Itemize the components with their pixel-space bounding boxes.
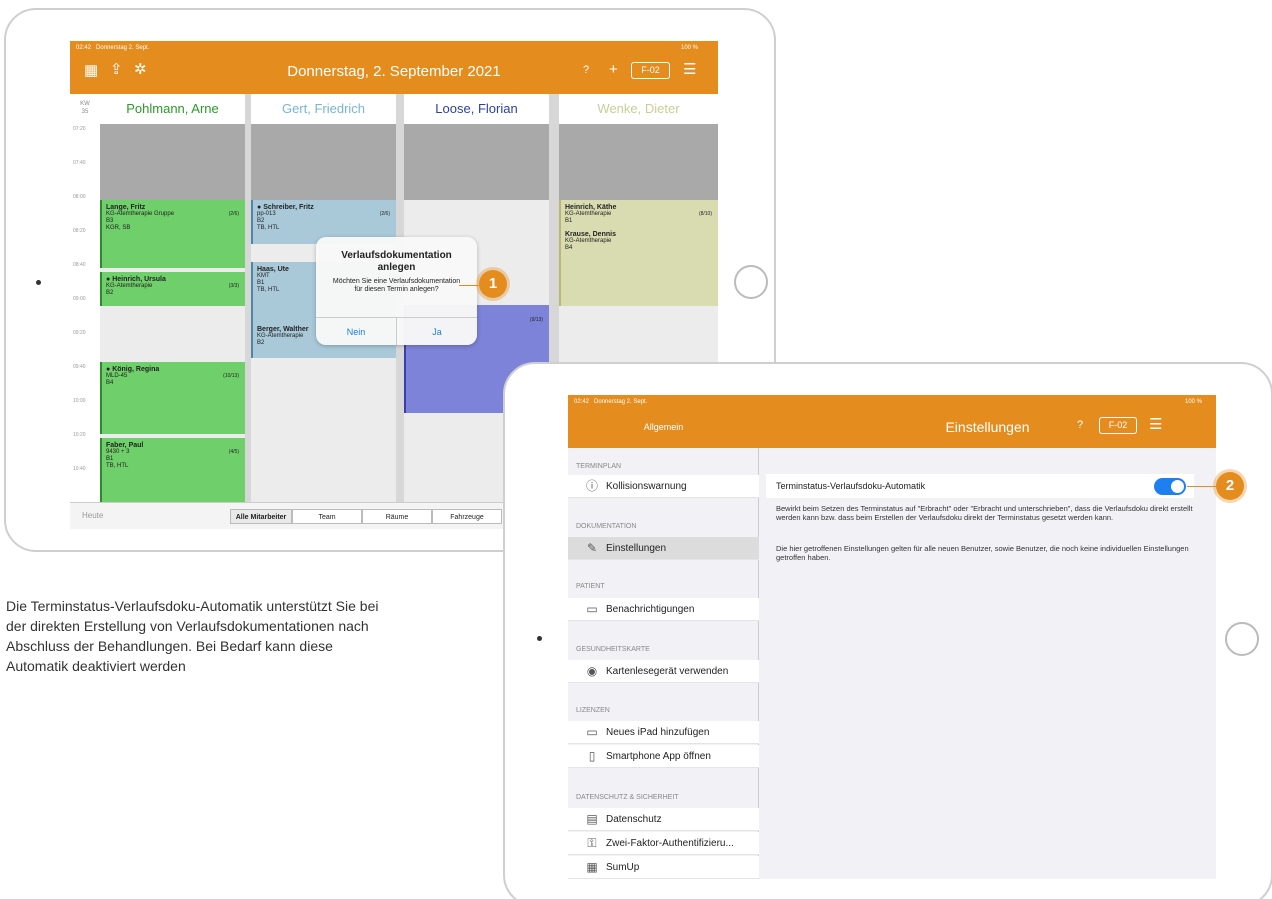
setting-note: Die hier getroffenen Einstellungen gelte…: [776, 544, 1189, 562]
section-gesundheitskarte: GESUNDHEITSKARTE: [576, 646, 650, 653]
setting-label: Terminstatus-Verlaufsdoku-Automatik: [776, 481, 926, 491]
no-button[interactable]: Nein: [316, 318, 396, 345]
camera-dot: [537, 636, 542, 641]
column-header-gert[interactable]: Gert, Friedrich: [251, 94, 396, 124]
column-pohlmann: Lange, Fritz KG-Atemtherapie Gruppe B3 KGR,…: [100, 124, 245, 502]
caption-text: Die Terminstatus-Verlaufsdoku-Automatik …: [6, 598, 379, 674]
sidebar-item-benachrichtigungen[interactable]: ▭ Benachrichtigungen: [568, 598, 759, 621]
ipad-settings-frame: 02:42 Donnerstag 2. Sept. Allgemein 100 …: [503, 362, 1272, 899]
callout-line-2: [1187, 486, 1217, 487]
segment-rooms[interactable]: Räume: [362, 509, 432, 524]
column-header-pohlmann[interactable]: Pohlmann, Arne: [100, 94, 245, 124]
appointment[interactable]: Lange, Fritz KG-Atemtherapie Gruppe B3 KGR,…: [100, 200, 245, 268]
status-date: Donnerstag 2. Sept.: [96, 45, 150, 51]
edit-icon: ✎: [586, 541, 598, 555]
sidebar-item-zwei-faktor[interactable]: ⚿ Zwei-Faktor-Authentifizieru...: [568, 832, 759, 855]
alert-dialog: Verlaufsdokumentation anlegen Möchten Si…: [316, 237, 477, 345]
add-icon[interactable]: +: [609, 62, 618, 77]
section-terminplan: TERMINPLAN: [576, 463, 622, 470]
dialog-message: Möchten Sie eine Verlaufsdokumentation f…: [332, 278, 461, 293]
page-title: Donnerstag, 2. September 2021: [287, 63, 501, 80]
settings-screen: 02:42 Donnerstag 2. Sept. Allgemein 100 …: [568, 395, 1216, 879]
appointment[interactable]: Faber, Paul 9430 + 3 B1 TB, HTL (4/5): [100, 438, 245, 502]
dialog-title: Verlaufsdokumentation anlegen: [341, 250, 452, 273]
setting-description: Bewirkt beim Setzen des Terminstatus auf…: [776, 504, 1193, 522]
segment-team[interactable]: Team: [292, 509, 362, 524]
yes-button[interactable]: Ja: [396, 318, 477, 345]
settings-sidebar: TERMINPLAN ⓘ Kollisionswarnung DOKUMENTAT…: [568, 448, 759, 879]
column-header-loose[interactable]: Loose, Florian: [404, 94, 549, 124]
sidebar-item-sumup[interactable]: ▦ SumUp: [568, 856, 759, 879]
segment-all-employees[interactable]: Alle Mitarbeiter: [230, 509, 292, 524]
home-button[interactable]: [734, 265, 768, 299]
phone-icon: ▯: [588, 749, 596, 763]
main-header: 100 % Einstellungen ? F-02 ☰: [759, 395, 1216, 448]
stage: 02:42 Donnerstag 2. Sept. 100 % ▦ ⇪ ✲ Do…: [0, 0, 1272, 899]
sidebar-item-datenschutz[interactable]: ▤ Datenschutz: [568, 808, 759, 831]
sidebar-item-einstellungen[interactable]: ✎ Einstellungen: [568, 537, 759, 560]
list-icon[interactable]: ☰: [1149, 417, 1162, 432]
key-icon: ⚿: [587, 836, 597, 850]
blocked-time: [100, 124, 245, 200]
blocked-time: [251, 124, 396, 200]
segment-vehicles[interactable]: Fahrzeuge: [432, 509, 502, 524]
section-datenschutz: DATENSCHUTZ & SICHERHEIT: [576, 794, 679, 801]
status-battery: 100 %: [680, 45, 698, 51]
user-icon: ◉: [586, 664, 598, 678]
section-lizenzen: LIZENZEN: [576, 707, 610, 714]
appointment[interactable]: Heinrich, Käthe KG-Atemtherapie B1 (8/10) …: [559, 200, 718, 306]
warning-icon: ⓘ: [585, 479, 598, 493]
device-badge[interactable]: F-02: [631, 62, 670, 79]
time-axis: 07:20 07:40 08:00 08:20 08:40 09:00 09:2…: [70, 124, 100, 502]
sidebar-title: Allgemein: [643, 422, 684, 432]
card-terminal-icon: ▦: [586, 860, 598, 874]
status-time: 02:42: [76, 45, 92, 51]
page-title: Einstellungen: [945, 419, 1030, 435]
message-icon: ▭: [586, 602, 598, 616]
automatik-toggle[interactable]: [1154, 478, 1186, 495]
calendar-navbar: 02:42 Donnerstag 2. Sept. 100 % ▦ ⇪ ✲ Do…: [70, 41, 718, 94]
callout-line-1: [459, 285, 481, 286]
appointment[interactable]: ● Heinrich, Ursula KG-Atemtherapie B2 (3/3…: [100, 272, 245, 306]
today-button[interactable]: Heute: [82, 511, 103, 520]
help-icon[interactable]: ?: [583, 65, 589, 76]
callout-badge-2: 2: [1216, 472, 1244, 500]
section-dokumentation: DOKUMENTATION: [576, 523, 637, 530]
week-number: KW 35: [70, 94, 100, 124]
setting-row-automatik: Terminstatus-Verlaufsdoku-Automatik: [766, 474, 1194, 498]
device-badge[interactable]: F-02: [1099, 417, 1137, 434]
lock-document-icon: ▤: [586, 812, 598, 826]
home-button[interactable]: [1225, 622, 1259, 656]
sidebar-item-smartphone-app[interactable]: ▯ Smartphone App öffnen: [568, 745, 759, 768]
sidebar-item-kartenleser[interactable]: ◉ Kartenlesegerät verwenden: [568, 660, 759, 683]
sidebar-header: 02:42 Donnerstag 2. Sept. Allgemein: [568, 395, 759, 448]
blocked-time: [559, 124, 718, 200]
tablet-icon: ▭: [586, 725, 598, 739]
sidebar-item-neues-ipad[interactable]: ▭ Neues iPad hinzufügen: [568, 721, 759, 744]
column-header-wenke[interactable]: Wenke, Dieter: [559, 94, 718, 124]
appointment[interactable]: ● König, Regina MLD-45 B4 (10/13): [100, 362, 245, 434]
camera-dot: [36, 280, 41, 285]
help-icon[interactable]: ?: [1077, 420, 1083, 431]
blocked-time: [404, 124, 549, 200]
sidebar-item-kollisionswarnung[interactable]: ⓘ Kollisionswarnung: [568, 475, 759, 498]
callout-badge-1: 1: [479, 270, 507, 298]
section-patient: PATIENT: [576, 583, 605, 590]
list-icon[interactable]: ☰: [683, 62, 696, 77]
